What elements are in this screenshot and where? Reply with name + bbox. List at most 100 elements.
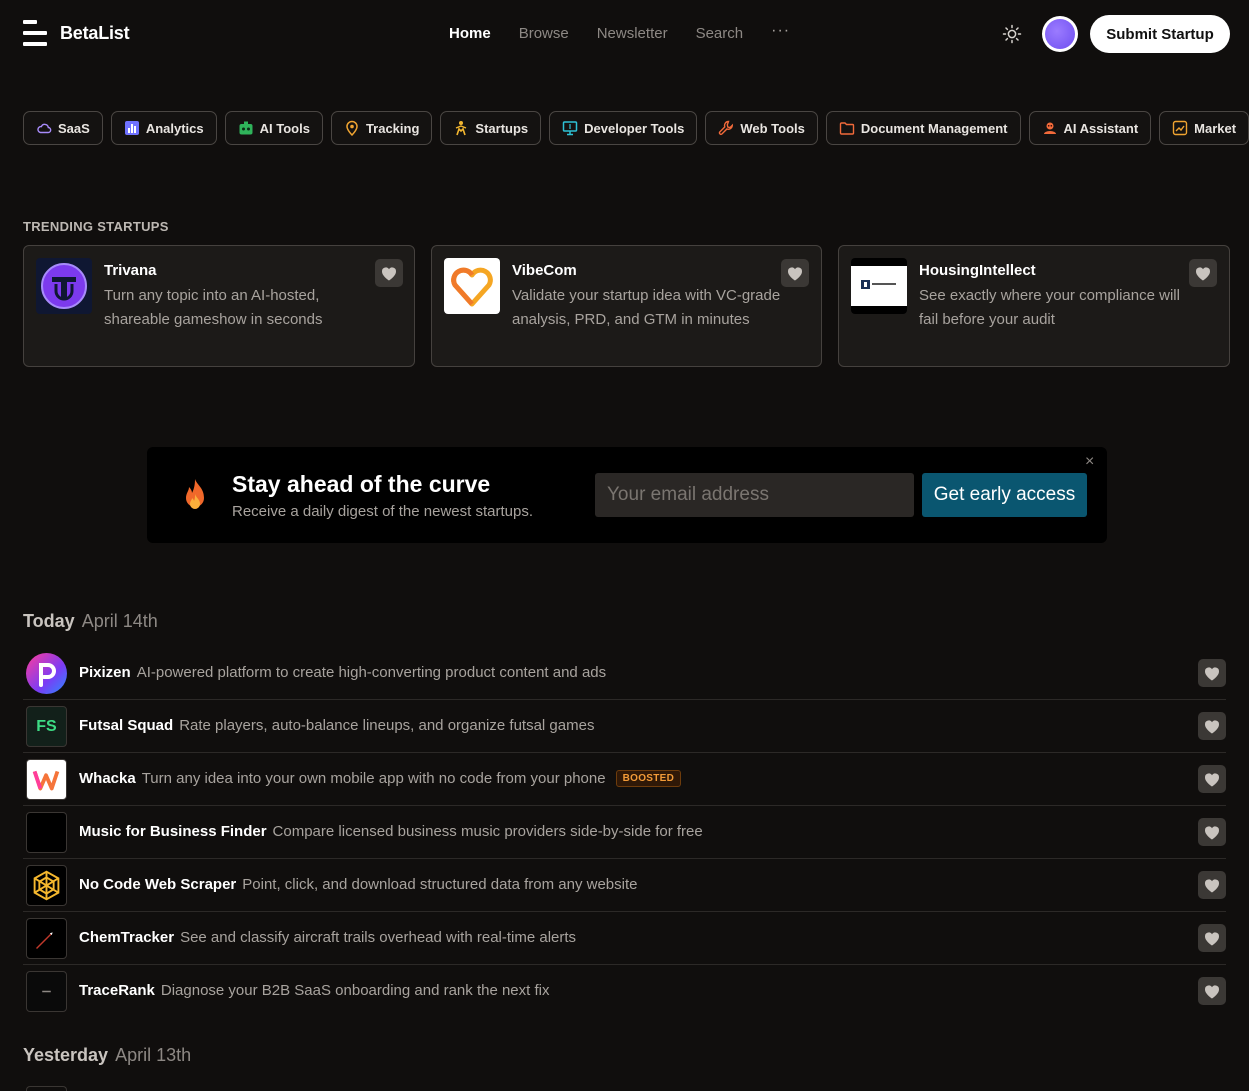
category-ai-assistant[interactable]: AI Assistant — [1028, 111, 1152, 145]
list-item[interactable]: Music for Business Finder Compare license… — [23, 806, 1226, 859]
category-startups[interactable]: Startups — [440, 111, 542, 145]
heart-icon — [1204, 666, 1220, 680]
whacka-logo-icon — [26, 759, 67, 800]
category-document-management[interactable]: Document Management — [825, 111, 1021, 145]
startup-desc: Turn any idea into your own mobile app w… — [141, 770, 606, 787]
heart-icon — [1204, 931, 1220, 945]
monitor-icon — [562, 121, 578, 136]
trending-card-vibecom[interactable]: VibeCom Validate your startup idea with … — [431, 245, 822, 367]
startup-desc: Diagnose your B2B SaaS onboarding and ra… — [160, 982, 550, 999]
list-item[interactable]: No Code Web Scraper Point, click, and dow… — [23, 859, 1226, 912]
startup-desc: Point, click, and download structured da… — [242, 876, 638, 893]
heart-icon — [1204, 984, 1220, 998]
like-button[interactable] — [1198, 871, 1226, 899]
startup-logo-icon — [26, 1086, 67, 1091]
submit-startup-button[interactable]: Submit Startup — [1090, 15, 1230, 53]
newsletter-subtitle: Receive a daily digest of the newest sta… — [232, 503, 533, 520]
category-tracking[interactable]: Tracking — [330, 111, 433, 145]
music-for-business-logo-icon — [26, 812, 67, 853]
heart-icon — [1204, 719, 1220, 733]
nav-search[interactable]: Search — [696, 25, 744, 42]
trending-card-trivana[interactable]: Trivana Turn any topic into an AI-hosted… — [23, 245, 415, 367]
bar-chart-icon — [124, 121, 139, 135]
spider-web-logo-icon — [26, 865, 67, 906]
chart-icon — [1172, 120, 1188, 136]
like-button[interactable] — [375, 259, 403, 287]
nav-more-menu[interactable]: ··· — [771, 22, 790, 40]
list-item[interactable]: Whacka Turn any idea into your own mobile… — [23, 753, 1226, 806]
cloud-icon — [37, 123, 52, 134]
location-pin-icon — [346, 120, 358, 136]
user-avatar[interactable] — [1042, 16, 1078, 52]
trending-name: VibeCom — [512, 262, 577, 279]
list-item[interactable]: ChemTracker See and classify aircraft tra… — [23, 912, 1226, 965]
futsal-squad-logo-icon: FS — [26, 706, 67, 747]
newsletter-title: Stay ahead of the curve — [232, 471, 491, 497]
startup-desc: AI-powered platform to create high-conve… — [136, 664, 607, 681]
close-icon[interactable]: × — [1085, 453, 1094, 471]
startup-name[interactable]: Futsal Squad — [79, 717, 173, 734]
folder-icon — [839, 122, 855, 135]
trending-desc: Turn any topic into an AI-hosted, sharea… — [104, 287, 323, 328]
category-developer-tools[interactable]: Developer Tools — [549, 111, 698, 145]
startup-desc: Rate players, auto-balance lineups, and … — [179, 717, 595, 734]
trending-heading: TRENDING STARTUPS — [23, 219, 169, 234]
category-analytics[interactable]: Analytics — [110, 111, 217, 145]
like-button[interactable] — [1198, 818, 1226, 846]
pixizen-logo-icon — [26, 653, 67, 694]
housingintellect-logo-icon — [851, 258, 907, 314]
heart-icon — [1195, 266, 1211, 280]
day-heading-yesterday: Yesterday April 13th — [23, 1045, 192, 1065]
startup-name[interactable]: Music for Business Finder — [79, 823, 267, 840]
wrench-icon — [719, 120, 734, 135]
nav-newsletter[interactable]: Newsletter — [597, 25, 668, 42]
like-button[interactable] — [1189, 259, 1217, 287]
tracerank-logo-icon — [26, 971, 67, 1012]
brand-logo[interactable]: BetaList — [23, 20, 130, 46]
get-early-access-button[interactable]: Get early access — [922, 473, 1087, 517]
boosted-badge: BOOSTED — [615, 770, 682, 787]
vibecom-heart-logo-icon — [444, 258, 500, 314]
nav-home[interactable]: Home — [449, 25, 491, 42]
newsletter-banner: Stay ahead of the curve Receive a daily … — [147, 447, 1107, 543]
list-item[interactable]: Pixizen AI-powered platform to create hig… — [23, 647, 1226, 700]
chemtracker-logo-icon — [26, 918, 67, 959]
startup-name[interactable]: ChemTracker — [79, 929, 174, 946]
trending-desc: Validate your startup idea with VC-grade… — [512, 287, 781, 328]
like-button[interactable] — [1198, 765, 1226, 793]
startup-desc: Compare licensed business music provider… — [272, 823, 703, 840]
category-market[interactable]: Market — [1159, 111, 1249, 145]
main-nav: Home Browse Newsletter Search ··· — [449, 22, 790, 43]
top-nav: BetaList Home Browse Newsletter Search ·… — [0, 0, 1249, 70]
like-button[interactable] — [1198, 712, 1226, 740]
brand-name: BetaList — [60, 22, 130, 43]
startup-name[interactable]: No Code Web Scraper — [79, 876, 236, 893]
heart-icon — [1204, 878, 1220, 892]
category-web-tools[interactable]: Web Tools — [705, 111, 818, 145]
theme-toggle-sun-icon[interactable] — [1001, 23, 1023, 45]
startup-name[interactable]: Whacka — [79, 770, 136, 787]
day-heading-today: Today April 14th — [23, 611, 158, 631]
startup-name[interactable]: Pixizen — [79, 664, 131, 681]
like-button[interactable] — [1198, 659, 1226, 687]
like-button[interactable] — [1198, 977, 1226, 1005]
assistant-icon — [1043, 122, 1056, 134]
heart-icon — [381, 266, 397, 280]
trivana-logo-icon — [36, 258, 92, 314]
category-ai-tools[interactable]: AI Tools — [224, 111, 323, 145]
category-saas[interactable]: SaaS — [23, 111, 103, 145]
like-button[interactable] — [781, 259, 809, 287]
list-item[interactable]: FS Futsal Squad Rate players, auto-balanc… — [23, 700, 1226, 753]
trending-name: Trivana — [104, 262, 157, 279]
like-button[interactable] — [1198, 924, 1226, 952]
trending-name: HousingIntellect — [919, 262, 1036, 279]
rocket-person-icon — [456, 121, 467, 136]
trending-desc: See exactly where your compliance will f… — [919, 287, 1180, 328]
trending-card-housingintellect[interactable]: HousingIntellect See exactly where your … — [838, 245, 1230, 367]
email-input[interactable] — [595, 473, 914, 517]
heart-icon — [787, 266, 803, 280]
list-item[interactable]: TraceRank Diagnose your B2B SaaS onboardi… — [23, 965, 1226, 1018]
startup-name[interactable]: TraceRank — [79, 982, 155, 999]
nav-browse[interactable]: Browse — [519, 25, 569, 42]
fire-icon — [180, 478, 210, 514]
